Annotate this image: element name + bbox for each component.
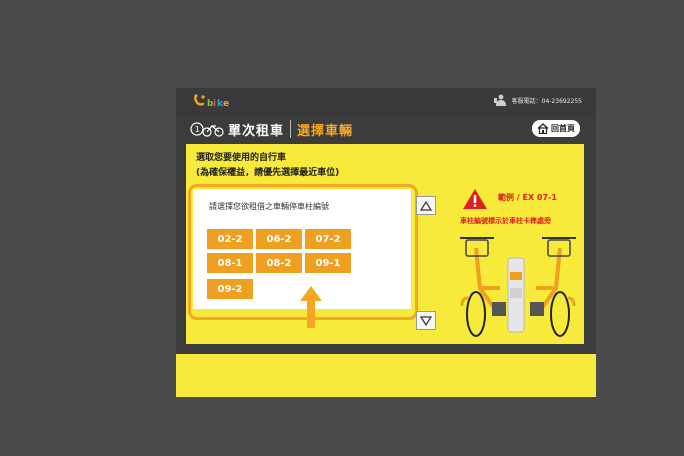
instruction-heading: 選取您要使用的自行車 <box>196 153 287 163</box>
phone-info: 客服電話：04-23692255 <box>493 94 582 106</box>
bottom-panel <box>176 354 596 397</box>
bikes-illustration <box>460 237 576 337</box>
slot-button-08-2[interactable]: 08-2 <box>256 253 302 273</box>
single-bike-icon: 1 <box>190 122 224 137</box>
svg-text:i: i <box>213 99 216 109</box>
top-bar: b i k e 客服電話：04-23692255 <box>176 88 596 116</box>
step-title: 選擇車輛 <box>297 124 354 139</box>
slot-button-09-2[interactable]: 09-2 <box>207 279 253 299</box>
example-note: 車柱編號標示於車柱卡榫處旁 <box>460 217 551 225</box>
rental-mode-title: 單次租車 <box>228 124 285 139</box>
scroll-up-button[interactable] <box>416 196 436 215</box>
scroll-up-icon <box>420 200 432 211</box>
home-icon <box>537 123 549 134</box>
warning-icon <box>463 189 487 209</box>
example-label: 範例 / EX 07-1 <box>498 193 557 202</box>
slot-button-07-2[interactable]: 07-2 <box>305 229 351 249</box>
kiosk-screen: b i k e 客服電話：04-23692255 1 單次租車 選擇車輛 回首頁… <box>176 88 596 397</box>
phone-number: 客服電話：04-23692255 <box>511 97 582 105</box>
slot-button-06-2[interactable]: 06-2 <box>256 229 302 249</box>
home-button-label: 回首頁 <box>551 124 575 133</box>
slot-button-08-1[interactable]: 08-1 <box>207 253 253 273</box>
pointer-arrow-icon <box>300 286 322 328</box>
svg-text:1: 1 <box>195 125 200 134</box>
selection-area: 選取您要使用的自行車 (為確保權益，請優先選擇最近車位) 請選擇您欲租借之車輛停… <box>186 144 584 344</box>
phone-icon <box>493 94 506 106</box>
home-button[interactable]: 回首頁 <box>532 120 580 137</box>
title-divider <box>290 120 291 138</box>
youbike-logo-icon: b i k e <box>193 94 229 109</box>
title-bar: 1 單次租車 選擇車輛 回首頁 <box>176 116 596 144</box>
slot-button-09-1[interactable]: 09-1 <box>305 253 351 273</box>
instruction-subheading: (為確保權益，請優先選擇最近車位) <box>196 168 340 178</box>
scroll-down-button[interactable] <box>416 311 436 330</box>
scroll-down-icon <box>420 315 432 326</box>
slot-prompt: 請選擇您欲租借之車輛停車柱編號 <box>209 202 329 211</box>
slot-button-02-2[interactable]: 02-2 <box>207 229 253 249</box>
svg-text:e: e <box>223 99 229 109</box>
